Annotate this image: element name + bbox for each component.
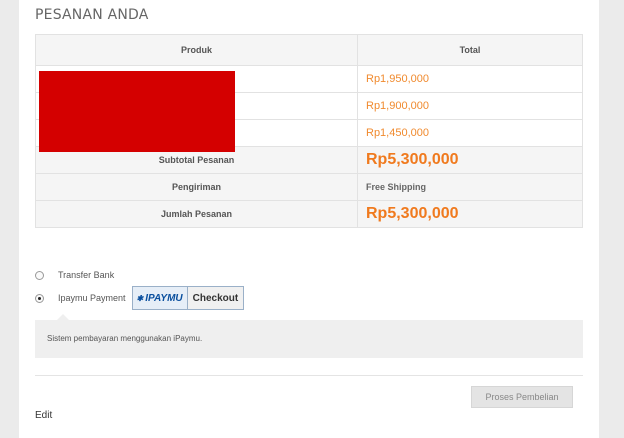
edit-link[interactable]: Edit <box>35 410 52 421</box>
column-header-product: Produk <box>35 34 358 66</box>
payment-option-label: Ipaymu Payment <box>58 293 126 303</box>
grand-total-row: Jumlah Pesanan Rp5,300,000 <box>35 200 583 228</box>
line-total: Rp1,900,000 <box>357 92 583 120</box>
ipaymu-logo: ✱ IPAYMU <box>132 287 188 309</box>
grand-total-label: Jumlah Pesanan <box>35 200 358 228</box>
line-total: Rp1,950,000 <box>357 65 583 93</box>
payment-option-label: Transfer Bank <box>58 270 115 280</box>
ipaymu-checkout-button[interactable]: ✱ IPAYMU Checkout <box>131 286 245 310</box>
order-panel: PESANAN ANDA Produk Total Rp1,950,000 Rp… <box>19 0 599 438</box>
proses-pembelian-button[interactable]: Proses Pembelian <box>471 386 573 408</box>
radio-unchecked-icon[interactable] <box>35 270 44 280</box>
grand-total-value: Rp5,300,000 <box>357 200 583 228</box>
section-title: PESANAN ANDA <box>35 7 149 23</box>
table-header-row: Produk Total <box>35 34 583 66</box>
payment-description: Sistem pembayaran menggunakan iPaymu. <box>47 334 203 343</box>
ipaymu-logo-text: IPAYMU <box>145 292 183 304</box>
subtotal-value: Rp5,300,000 <box>357 146 583 174</box>
shipping-value: Free Shipping <box>357 173 583 201</box>
column-header-total: Total <box>357 34 583 66</box>
divider <box>35 375 583 376</box>
checkout-label: Checkout <box>187 287 244 309</box>
shipping-label: Pengiriman <box>35 173 358 201</box>
payment-option-ipaymu[interactable]: Ipaymu Payment ✱ IPAYMU Checkout <box>35 286 245 310</box>
payment-option-transfer-bank[interactable]: Transfer Bank <box>35 270 114 280</box>
ipaymu-mark-icon: ✱ <box>136 293 144 303</box>
payment-description-box: Sistem pembayaran menggunakan iPaymu. <box>35 314 583 358</box>
shipping-row: Pengiriman Free Shipping <box>35 173 583 201</box>
redacted-product-names <box>39 71 235 152</box>
line-total: Rp1,450,000 <box>357 119 583 147</box>
radio-checked-icon[interactable] <box>35 293 44 303</box>
